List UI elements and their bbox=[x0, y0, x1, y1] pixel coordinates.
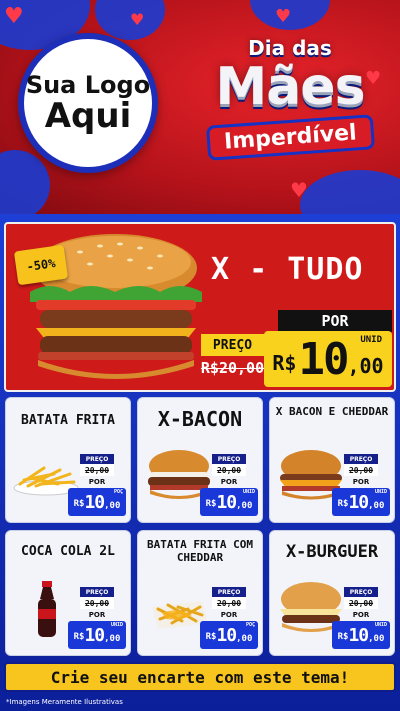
por-label: POR bbox=[88, 611, 106, 619]
preco-label: PREÇO bbox=[80, 454, 114, 464]
old-price-value: R$20,00 bbox=[200, 359, 265, 377]
por-label: POR bbox=[352, 611, 370, 619]
preco-label: PREÇO bbox=[212, 454, 246, 464]
price-decimals: ,00 bbox=[368, 501, 385, 511]
price-decimals: ,00 bbox=[236, 634, 253, 644]
preco-label: PREÇO bbox=[80, 587, 114, 597]
price-unit: UNID bbox=[374, 622, 387, 628]
por-label: POR bbox=[352, 478, 370, 486]
product-card: X BACON E CHEDDAR PREÇO 20,00 POR R$ 10 … bbox=[269, 397, 395, 523]
price-unit: UNID bbox=[360, 335, 382, 345]
old-price-label: PREÇO bbox=[201, 334, 264, 356]
por-label: POR bbox=[88, 478, 106, 486]
price-currency: R$ bbox=[73, 632, 85, 642]
campaign-title: Dia das Mães Imperdível bbox=[190, 30, 390, 180]
price-tag: R$ 10 ,00 UNID bbox=[332, 488, 390, 516]
price-currency: R$ bbox=[337, 499, 349, 509]
price-unit: POÇ bbox=[113, 489, 123, 495]
price-tag: R$ 10 ,00 POÇ bbox=[200, 621, 258, 649]
old-price: 20,00 bbox=[80, 597, 114, 609]
product-card: COCA COLA 2L PREÇO 20,00 POR R$ 10 ,00 U… bbox=[5, 530, 131, 656]
old-price: 20,00 bbox=[344, 597, 378, 609]
price-unit: UNID bbox=[242, 489, 255, 495]
preco-label: PREÇO bbox=[344, 587, 378, 597]
preco-label: PREÇO bbox=[344, 454, 378, 464]
price-integer: 10 bbox=[298, 333, 349, 385]
price-currency: R$ bbox=[205, 499, 217, 509]
logo-placeholder: Sua Logo Aqui bbox=[18, 33, 158, 173]
price-integer: 10 bbox=[348, 624, 369, 646]
card-title: X-BURGUER bbox=[285, 542, 379, 562]
price-decimals: ,00 bbox=[368, 634, 385, 644]
price-tag: R$ 10 ,00 POÇ bbox=[68, 488, 126, 516]
price-integer: 10 bbox=[84, 624, 105, 646]
logo-text-line1: Sua Logo bbox=[25, 71, 151, 99]
price-currency: R$ bbox=[337, 632, 349, 642]
heart-icon: ♥ bbox=[130, 10, 145, 29]
heart-icon: ♥ bbox=[4, 4, 24, 29]
price-box: PREÇO 20,00 POR R$ 10 ,00 UNID bbox=[332, 454, 390, 516]
price-unit: POÇ bbox=[245, 622, 255, 628]
card-title: X-BACON bbox=[157, 407, 243, 431]
price-currency: R$ bbox=[205, 632, 217, 642]
old-price: 20,00 bbox=[80, 464, 114, 476]
price-decimals: ,00 bbox=[347, 354, 384, 378]
card-title: X BACON E CHEDDAR bbox=[275, 405, 389, 418]
product-card: X-BURGUER PREÇO 20,00 POR R$ 10 ,00 UNID bbox=[269, 530, 395, 656]
title-line2: Mães bbox=[215, 57, 365, 117]
old-price-box: PREÇO R$20,00 bbox=[201, 334, 264, 380]
price-box: PREÇO 20,00 POR R$ 10 ,00 UNID bbox=[200, 454, 258, 516]
price-box: PREÇO 20,00 POR R$ 10 ,00 POÇ bbox=[68, 454, 126, 516]
disclaimer: *Imagens Meramente Ilustrativas bbox=[6, 698, 123, 706]
price-integer: 10 bbox=[84, 491, 105, 513]
title-line3: Imperdível bbox=[205, 114, 375, 161]
price-tag: R$ 10 ,00 UNID bbox=[200, 488, 258, 516]
price-decimals: ,00 bbox=[104, 634, 121, 644]
price-currency: R$ bbox=[73, 499, 85, 509]
card-title: BATATA FRITA COM CHEDDAR bbox=[147, 538, 253, 564]
price-box: PREÇO 20,00 POR R$ 10 ,00 POÇ bbox=[200, 587, 258, 649]
product-card: BATATA FRITA PREÇO 20,00 POR R$ 10 ,00 P… bbox=[5, 397, 131, 523]
old-price: 20,00 bbox=[344, 464, 378, 476]
blue-shape bbox=[0, 150, 50, 214]
card-title: COCA COLA 2L bbox=[21, 544, 115, 559]
price-decimals: ,00 bbox=[104, 501, 121, 511]
price-currency: R$ bbox=[272, 351, 297, 375]
old-price: 20,00 bbox=[212, 464, 246, 476]
price-box: PREÇO 20,00 POR R$ 10 ,00 UNID bbox=[332, 587, 390, 649]
featured-name: X - TUDO bbox=[211, 252, 364, 287]
price-unit: UNID bbox=[110, 622, 123, 628]
price-box: PREÇO 20,00 POR R$ 10 ,00 UNID bbox=[68, 587, 126, 649]
discount-badge: -50% bbox=[13, 244, 69, 286]
por-label: POR bbox=[278, 310, 392, 332]
price-tag: R$ 10 ,00 UNID bbox=[332, 621, 390, 649]
featured-price: R$ 10 ,00 UNID bbox=[264, 331, 392, 387]
price-integer: 10 bbox=[348, 491, 369, 513]
logo-text-line2: Aqui bbox=[44, 96, 132, 136]
price-integer: 10 bbox=[216, 491, 237, 513]
product-card: BATATA FRITA COM CHEDDAR PREÇO 20,00 POR… bbox=[137, 530, 263, 656]
heart-icon: ♥ bbox=[290, 178, 308, 202]
preco-label: PREÇO bbox=[212, 587, 246, 597]
heart-icon: ♥ bbox=[275, 6, 292, 27]
header-banner: ♥ ♥ ♥ ♥ ♥ Sua Logo Aqui Dia das Mães Imp… bbox=[0, 0, 400, 214]
price-tag: R$ 10 ,00 UNID bbox=[68, 621, 126, 649]
old-price: 20,00 bbox=[212, 597, 246, 609]
product-card: X-BACON PREÇO 20,00 POR R$ 10 ,00 UNID bbox=[137, 397, 263, 523]
por-label: POR bbox=[220, 478, 238, 486]
price-integer: 10 bbox=[216, 624, 237, 646]
card-title: BATATA FRITA bbox=[21, 413, 115, 428]
cta-banner[interactable]: Crie seu encarte com este tema! bbox=[4, 662, 396, 692]
price-decimals: ,00 bbox=[236, 501, 253, 511]
por-label: POR bbox=[220, 611, 238, 619]
price-unit: UNID bbox=[374, 489, 387, 495]
